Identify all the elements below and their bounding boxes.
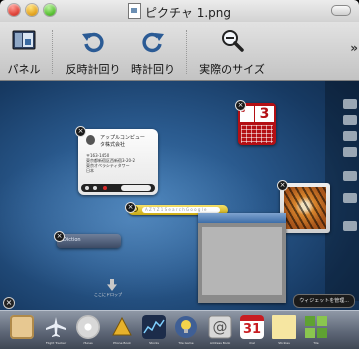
rotate-left-button[interactable]: 反時計回り — [60, 24, 126, 78]
widget-bar-item[interactable]: Stocks — [140, 315, 168, 349]
apple-logo-icon — [86, 135, 95, 145]
airplane-icon — [46, 317, 66, 337]
company-name: アップルコンピュー — [100, 135, 145, 141]
tile-window-body — [202, 227, 282, 295]
widget-bar-item-label: Address Book — [209, 341, 231, 345]
company-address: 〒163-1450 東京都新宿区西新宿3-20-2 東京オペラシティタワー 日本 — [86, 153, 136, 173]
tile-window[interactable] — [198, 213, 286, 303]
window-title: ピクチャ 1.png — [145, 6, 231, 20]
next-icon[interactable] — [93, 186, 97, 190]
address-book-widget[interactable]: アップルコンピュー タ株式会社 〒163-1450 東京都新宿区西新宿3-20-… — [78, 129, 158, 195]
svg-text:@: @ — [213, 318, 228, 336]
toolbar-overflow-button[interactable]: » — [350, 41, 358, 55]
sidebar-panel-icon — [12, 30, 36, 50]
widget-bar-item-label: Stickies — [278, 341, 290, 345]
document-icon — [128, 3, 141, 19]
close-icon[interactable]: × — [75, 126, 86, 137]
widget-bar-item-label: iTunes — [83, 341, 93, 345]
panel-button[interactable]: パネル — [2, 24, 46, 78]
toolbar-separator — [52, 30, 53, 74]
close-icon[interactable]: × — [277, 180, 288, 191]
toolbar-separator — [186, 30, 187, 74]
toolbar-toggle-button[interactable] — [331, 5, 351, 16]
widget-bar-item[interactable]: Phone Book — [108, 315, 136, 349]
widget-bar-item[interactable]: Tile — [302, 315, 330, 349]
tiger-picture-widget[interactable] — [280, 183, 330, 233]
actual-size-label: 実際のサイズ — [199, 63, 265, 76]
address-search-field[interactable] — [121, 185, 151, 191]
rotate-left-label: 反時計回り — [65, 63, 121, 76]
address-book-icon: @ — [208, 315, 232, 339]
dictionary-widget[interactable]: Diction — [57, 234, 121, 248]
widget-bar-item-label: Tile Game — [178, 341, 194, 345]
strip-icon — [343, 99, 357, 109]
record-icon — [103, 186, 107, 190]
dictionary-label: Diction — [63, 237, 81, 243]
widget-bar-item[interactable]: Stickies — [270, 315, 298, 349]
widget-bar-item[interactable]: Flight Tracker — [42, 315, 70, 349]
strip-icon — [343, 221, 357, 231]
calendar-grid — [241, 125, 273, 143]
drop-target[interactable]: ここにドロップ — [94, 277, 124, 299]
widget-bar-item-label: Flight Tracker — [45, 341, 67, 345]
stocks-icon — [142, 315, 166, 339]
rotate-right-button[interactable]: 時計回り — [128, 24, 178, 78]
close-icon[interactable]: × — [125, 202, 136, 213]
widget-bar-close-icon[interactable]: × — [3, 297, 15, 309]
drop-label: ここにドロップ — [94, 292, 122, 297]
address-search-bar[interactable] — [81, 184, 155, 192]
widget-bar-item[interactable] — [8, 315, 36, 349]
prev-icon[interactable] — [85, 186, 89, 190]
company-name-continued: タ株式会社 — [100, 142, 126, 148]
itunes-icon — [76, 315, 100, 339]
widget-bar-item[interactable]: 31 iCal — [238, 315, 266, 349]
actual-size-button[interactable]: 実際のサイズ — [196, 24, 268, 78]
widget-bar-item-label: Tile — [313, 341, 319, 345]
title-bar[interactable]: ピクチャ 1.png — [0, 0, 359, 22]
stickies-icon — [272, 315, 296, 339]
widget-bar-item[interactable]: Tile Game — [172, 315, 200, 349]
widget-bar-item-label: Stocks — [149, 341, 159, 345]
dock-calendar-day: 31 — [242, 322, 262, 337]
download-arrow-icon — [107, 279, 117, 291]
widget-bar-item-label: Phone Book — [113, 341, 131, 345]
dashboard-screenshot: アップルコンピュー タ株式会社 〒163-1450 東京都新宿区西新宿3-20-… — [0, 81, 359, 349]
zoom-icon — [222, 30, 244, 52]
calendar-icon: 31 — [240, 315, 264, 339]
toolbar: パネル 反時計回り 時計回り 実際のサイズ » — [0, 22, 359, 81]
strip-icon — [343, 131, 357, 141]
tile-game-icon — [305, 316, 327, 338]
tiger-image — [284, 187, 326, 229]
widget-bar-item[interactable]: @ Address Book — [206, 315, 234, 349]
widget-bar-item[interactable]: iTunes — [74, 315, 102, 349]
calendar-day: 3 — [255, 106, 274, 122]
panel-label: パネル — [7, 63, 41, 76]
strip-icon — [343, 147, 357, 157]
widget-bar-item-label: iCal — [249, 341, 255, 345]
strip-icon — [343, 171, 357, 181]
rotate-cw-icon — [142, 32, 164, 53]
window-title-area: ピクチャ 1.png — [0, 3, 359, 21]
screen-edge-strip — [325, 81, 359, 301]
strip-icon — [343, 115, 357, 125]
tile-window-bar — [198, 213, 286, 223]
widget-bar: Flight Tracker iTunes Phone Book Stocks — [0, 310, 359, 349]
preview-window: ピクチャ 1.png パネル 反時計回り 時計回り 実際のサイズ » アップルコ… — [0, 0, 359, 349]
rotate-ccw-icon — [82, 32, 104, 53]
lightbulb-icon — [175, 316, 197, 338]
phonebook-icon — [112, 316, 132, 336]
strip-icon — [343, 193, 357, 203]
close-icon[interactable]: × — [235, 100, 246, 111]
manage-widgets-button[interactable]: ウィジェットを管理... — [293, 294, 355, 308]
notes-icon — [10, 315, 34, 339]
rotate-right-label: 時計回り — [131, 63, 175, 76]
close-icon[interactable]: × — [54, 231, 65, 242]
